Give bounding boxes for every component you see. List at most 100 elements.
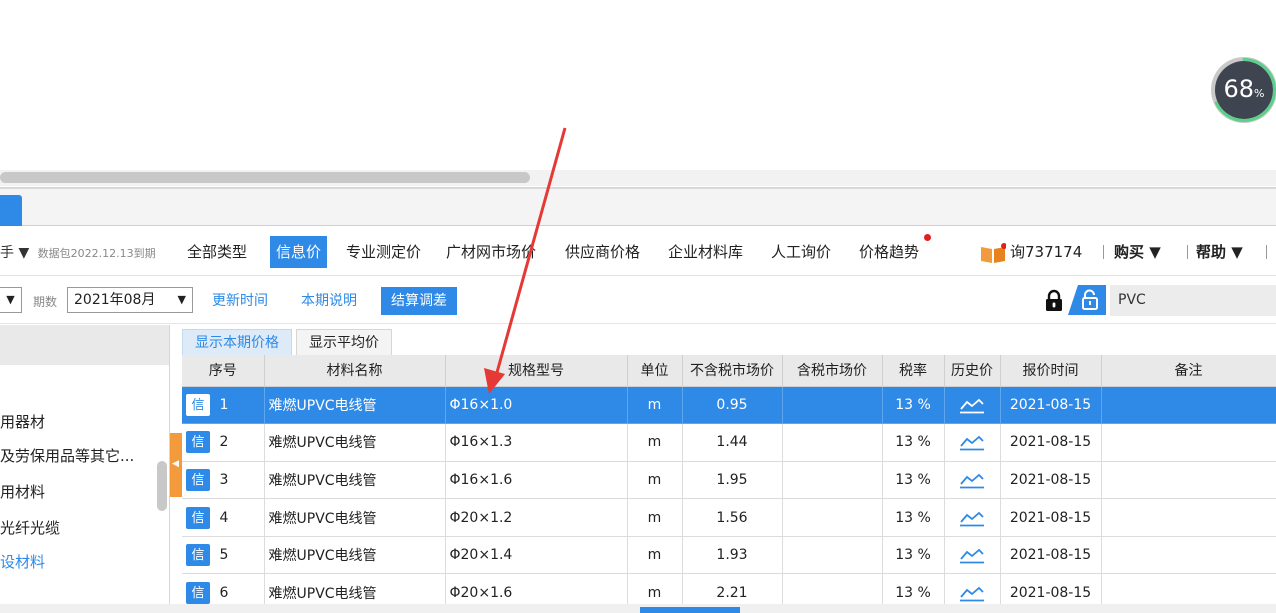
cell-unit[interactable]: m: [627, 498, 683, 537]
cell-no[interactable]: 信4: [182, 498, 265, 537]
cell-note[interactable]: [1101, 423, 1276, 462]
cell-name[interactable]: 难燃UPVC电线管: [264, 423, 446, 462]
tree-scrollbar-thumb[interactable]: [157, 461, 167, 511]
cell-date[interactable]: 2021-08-15: [1000, 498, 1102, 537]
column-header-name[interactable]: 材料名称: [264, 355, 446, 387]
column-header-history[interactable]: 历史价: [944, 355, 1001, 387]
region-select[interactable]: ▼: [0, 287, 22, 313]
cell-spec[interactable]: Φ16×1.0: [445, 386, 628, 425]
nav-item-professional-price[interactable]: 专业测定价: [346, 236, 421, 268]
period-select[interactable]: 2021年08月 ▼: [67, 287, 193, 313]
cell-price[interactable]: 1.95: [682, 461, 783, 500]
column-header-price-tax[interactable]: 含税市场价: [782, 355, 883, 387]
cell-rate[interactable]: 13 %: [882, 536, 945, 575]
inquiry-count[interactable]: 询737174: [1010, 241, 1082, 262]
nav-item-manual-inquiry[interactable]: 人工询价: [771, 236, 831, 268]
cell-note[interactable]: [1101, 536, 1276, 575]
cell-name[interactable]: 难燃UPVC电线管: [264, 461, 446, 500]
cell-price[interactable]: 1.44: [682, 423, 783, 462]
trend-chart-icon[interactable]: [959, 433, 985, 451]
nav-item-price-trend[interactable]: 价格趋势: [859, 236, 919, 268]
cell-date[interactable]: 2021-08-15: [1000, 536, 1102, 575]
cell-history[interactable]: [944, 536, 1001, 575]
table-row[interactable]: 信 2 难燃UPVC电线管 Φ16×1.3 m 1.44 13 % 2021-08-15: [182, 423, 1276, 462]
trend-chart-icon[interactable]: [959, 471, 985, 489]
trend-chart-icon[interactable]: [959, 546, 985, 564]
column-header-no[interactable]: 序号: [182, 355, 265, 387]
cell-price-tax[interactable]: [782, 461, 883, 500]
cell-note[interactable]: [1101, 461, 1276, 500]
cell-date[interactable]: 2021-08-15: [1000, 423, 1102, 462]
tab-average-price[interactable]: 显示平均价: [296, 329, 392, 355]
nav-item-market-price[interactable]: 广材网市场价: [446, 236, 536, 268]
column-header-price[interactable]: 不含税市场价: [682, 355, 783, 387]
cell-no[interactable]: 信1: [182, 386, 265, 425]
tree-item[interactable]: 光纤光缆: [0, 517, 60, 538]
cell-name[interactable]: 难燃UPVC电线管: [264, 386, 446, 425]
collapse-panel-handle[interactable]: ◀: [170, 433, 182, 497]
cell-rate[interactable]: 13 %: [882, 386, 945, 425]
cell-price-tax[interactable]: [782, 536, 883, 575]
table-row[interactable]: 信 1 难燃UPVC电线管 Φ16×1.0 m 0.95 13 % 2021-08-15: [182, 386, 1276, 425]
horizontal-scrollbar-thumb[interactable]: [0, 172, 530, 183]
column-header-unit[interactable]: 单位: [627, 355, 683, 387]
cell-name[interactable]: 难燃UPVC电线管: [264, 536, 446, 575]
trend-chart-icon[interactable]: [959, 509, 985, 527]
cell-name[interactable]: 难燃UPVC电线管: [264, 498, 446, 537]
column-header-date[interactable]: 报价时间: [1000, 355, 1102, 387]
nav-left-dropdown[interactable]: 手 ▼ 数据包2022.12.13到期: [0, 242, 156, 262]
help-menu[interactable]: 帮助 ▼: [1196, 241, 1243, 262]
cell-price[interactable]: 1.56: [682, 498, 783, 537]
update-time-button[interactable]: 更新时间: [206, 288, 274, 314]
column-header-rate[interactable]: 税率: [882, 355, 945, 387]
cell-price-tax[interactable]: [782, 423, 883, 462]
table-row[interactable]: 信 4 难燃UPVC电线管 Φ20×1.2 m 1.56 13 % 2021-08-15: [182, 498, 1276, 537]
progress-gauge[interactable]: 68%: [1208, 52, 1276, 128]
column-header-spec[interactable]: 规格型号: [445, 355, 628, 387]
search-input[interactable]: PVC: [1110, 285, 1276, 316]
cell-date[interactable]: 2021-08-15: [1000, 461, 1102, 500]
nav-item-supplier-price[interactable]: 供应商价格: [565, 236, 640, 268]
tree-item-selected[interactable]: 设材料: [0, 551, 45, 572]
tree-item[interactable]: 用器材: [0, 411, 45, 432]
cell-spec[interactable]: Φ20×1.4: [445, 536, 628, 575]
cell-spec[interactable]: Φ16×1.3: [445, 423, 628, 462]
trend-chart-icon[interactable]: [959, 584, 985, 602]
cell-unit[interactable]: m: [627, 386, 683, 425]
horizontal-scrollbar[interactable]: [0, 170, 1276, 186]
table-row[interactable]: 信 3 难燃UPVC电线管 Φ16×1.6 m 1.95 13 % 2021-08-15: [182, 461, 1276, 500]
cell-history[interactable]: [944, 386, 1001, 425]
cell-no[interactable]: 信2: [182, 423, 265, 462]
settlement-adjust-button[interactable]: 结算调差: [381, 287, 457, 315]
trend-chart-icon[interactable]: [959, 396, 985, 414]
cell-note[interactable]: [1101, 386, 1276, 425]
cell-date[interactable]: 2021-08-15: [1000, 386, 1102, 425]
cell-no[interactable]: 信5: [182, 536, 265, 575]
cell-rate[interactable]: 13 %: [882, 498, 945, 537]
cell-spec[interactable]: Φ20×1.2: [445, 498, 628, 537]
unlock-icon[interactable]: [1068, 285, 1106, 315]
cell-price[interactable]: 1.93: [682, 536, 783, 575]
period-description-button[interactable]: 本期说明: [295, 288, 363, 314]
cell-history[interactable]: [944, 461, 1001, 500]
cell-no[interactable]: 信3: [182, 461, 265, 500]
cell-price[interactable]: 0.95: [682, 386, 783, 425]
nav-item-info-price[interactable]: 信息价: [270, 236, 328, 268]
cell-unit[interactable]: m: [627, 536, 683, 575]
nav-item-enterprise-library[interactable]: 企业材料库: [668, 236, 743, 268]
nav-item-all-types[interactable]: 全部类型: [187, 236, 247, 268]
column-header-note[interactable]: 备注: [1101, 355, 1276, 387]
cell-rate[interactable]: 13 %: [882, 461, 945, 500]
cell-price-tax[interactable]: [782, 386, 883, 425]
cell-price-tax[interactable]: [782, 498, 883, 537]
tab-current-price[interactable]: 显示本期价格: [182, 329, 292, 355]
cell-rate[interactable]: 13 %: [882, 423, 945, 462]
bottom-tab-indicator[interactable]: [640, 607, 740, 613]
cell-history[interactable]: [944, 423, 1001, 462]
buy-menu[interactable]: 购买 ▼: [1114, 241, 1161, 262]
tree-item[interactable]: 用材料: [0, 481, 45, 502]
cell-history[interactable]: [944, 498, 1001, 537]
cell-unit[interactable]: m: [627, 423, 683, 462]
cell-spec[interactable]: Φ16×1.6: [445, 461, 628, 500]
table-row[interactable]: 信 5 难燃UPVC电线管 Φ20×1.4 m 1.93 13 % 2021-08-15: [182, 536, 1276, 575]
